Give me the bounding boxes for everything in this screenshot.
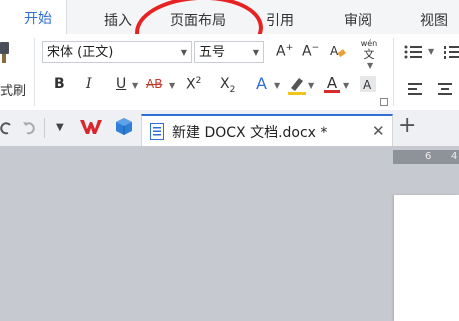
bullet-list-icon [404,45,422,59]
undo-icon [0,122,11,135]
superscript-base: X [186,76,196,93]
character-shading-icon: A [360,76,376,92]
quick-access-dropdown-icon[interactable]: ▼ [56,122,64,133]
cube-app-icon[interactable] [116,118,132,140]
font-color-button[interactable]: A [324,74,340,93]
group-divider [393,38,394,106]
numbered-list-button[interactable] [444,44,459,63]
underline-button[interactable]: U [116,76,126,92]
tab-insert[interactable]: 插入 [104,10,132,30]
format-painter-label: 式刷 [0,84,27,99]
tab-start[interactable]: 开始 [0,0,67,35]
svg-text:A: A [363,78,372,92]
tab-view[interactable]: 视图 [420,10,448,30]
align-center-button[interactable] [438,80,452,99]
clear-formatting-button[interactable]: A [330,43,346,65]
toolbar-divider [44,118,45,138]
ruler-number: 4 [451,151,458,162]
font-name-select[interactable]: 宋体 (正文) ▼ [42,41,192,63]
grow-font-glyph: A [276,43,286,60]
font-dialog-launcher-icon[interactable] [380,98,388,106]
redo-icon [23,122,35,135]
cube-icon [116,118,132,135]
horizontal-ruler[interactable]: 6 4 [393,150,459,164]
align-left-button[interactable] [408,80,422,99]
shrink-font-glyph: A [302,43,312,60]
chevron-down-icon: ▼ [132,81,139,90]
format-painter-button[interactable] [0,42,16,68]
tab-references[interactable]: 引用 [266,10,294,30]
tab-review[interactable]: 审阅 [344,10,372,30]
chevron-down-icon: ▼ [428,47,435,56]
highlighter-icon [288,78,306,95]
strikethrough-button[interactable]: AB [146,77,162,91]
paintbrush-icon [0,42,9,63]
bold-button[interactable]: B [54,76,65,92]
subscript-base: X [220,76,230,92]
bullet-list-button[interactable] [404,44,422,63]
chevron-down-icon: ▼ [308,81,315,90]
pinyin-guide-button[interactable]: wén 文 ▼ [357,38,381,70]
font-size-select[interactable]: 五号 ▼ [194,41,264,63]
font-name-value: 宋体 (正文) [47,45,114,60]
ribbon-toolbar: 式刷 宋体 (正文) ▼ 五号 ▼ A+ A− A wén 文 ▼ ▼ B I … [0,34,459,111]
superscript-button[interactable]: X2 [186,76,201,93]
wps-w-icon [80,120,102,134]
shrink-font-button[interactable]: A− [302,43,319,60]
wps-logo-icon[interactable] [80,119,102,139]
document-tab[interactable]: 新建 DOCX 文档.docx * ✕ [141,114,393,146]
grow-font-button[interactable]: A+ [276,43,293,60]
document-tab-bar: ▼ 新建 DOCX 文档.docx * ✕ + [0,110,459,147]
chevron-down-icon: ▼ [180,48,187,57]
document-workspace [0,146,459,321]
subscript-button[interactable]: X2 [220,76,235,95]
font-color-glyph: A [326,74,338,92]
character-shading-button[interactable]: A [360,76,376,96]
chevron-down-icon: ▼ [367,61,374,70]
chevron-down-icon: ▼ [169,81,176,90]
svg-text:A: A [330,44,339,58]
font-size-value: 五号 [199,45,226,60]
ruler-number: 6 [425,151,432,162]
highlight-button[interactable] [288,76,306,100]
close-tab-icon[interactable]: ✕ [372,122,385,140]
document-page[interactable] [394,195,459,321]
eraser-icon: A [330,44,346,58]
new-tab-plus-icon[interactable]: + [398,115,416,137]
align-center-icon [438,83,452,95]
undo-button[interactable] [0,120,12,139]
pinyin-bottom: 文 [363,48,375,61]
group-divider [34,38,35,106]
superscript-sup: 2 [195,76,202,86]
document-tab-title: 新建 DOCX 文档.docx * [172,125,328,141]
subscript-sub: 2 [229,84,236,95]
chevron-down-icon: ▼ [252,48,259,57]
chevron-down-icon: ▼ [343,81,350,90]
text-effect-button[interactable]: A [256,74,267,93]
redo-button[interactable] [22,120,36,139]
numbered-list-icon [444,46,459,59]
word-doc-icon [150,123,164,144]
chevron-down-icon: ▼ [274,81,281,90]
italic-button[interactable]: I [86,76,92,92]
align-left-icon [408,83,422,95]
